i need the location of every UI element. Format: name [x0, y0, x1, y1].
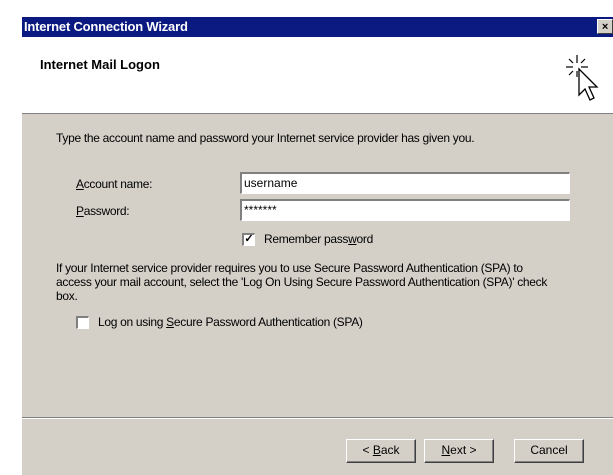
window-title: Internet Connection Wizard	[24, 19, 188, 34]
account-name-label: Account name:	[76, 177, 153, 191]
cancel-button[interactable]: Cancel	[514, 439, 584, 463]
spa-checkbox[interactable]	[76, 316, 89, 329]
password-input[interactable]: *******	[240, 199, 570, 221]
remember-password-label[interactable]: Remember password	[264, 232, 373, 246]
account-name-input[interactable]: username	[240, 172, 570, 194]
wizard-window: Internet Connection Wizard × Internet Ma…	[20, 15, 613, 475]
page-title: Internet Mail Logon	[40, 57, 160, 72]
next-button[interactable]: Next >	[424, 439, 494, 463]
close-button[interactable]: ×	[597, 19, 613, 34]
wizard-cursor-icon	[566, 55, 599, 101]
title-bar: Internet Connection Wizard ×	[22, 17, 613, 37]
wizard-header: Internet Mail Logon	[22, 37, 613, 114]
footer-divider	[22, 417, 613, 419]
password-label: Password:	[76, 204, 130, 218]
back-button[interactable]: < Back	[346, 439, 416, 463]
spa-description: If your Internet service provider requir…	[56, 261, 548, 303]
spa-checkbox-label[interactable]: Log on using Secure Password Authenticat…	[98, 315, 363, 329]
intro-text: Type the account name and password your …	[56, 131, 475, 145]
remember-password-checkbox[interactable]: ✓	[242, 233, 255, 246]
